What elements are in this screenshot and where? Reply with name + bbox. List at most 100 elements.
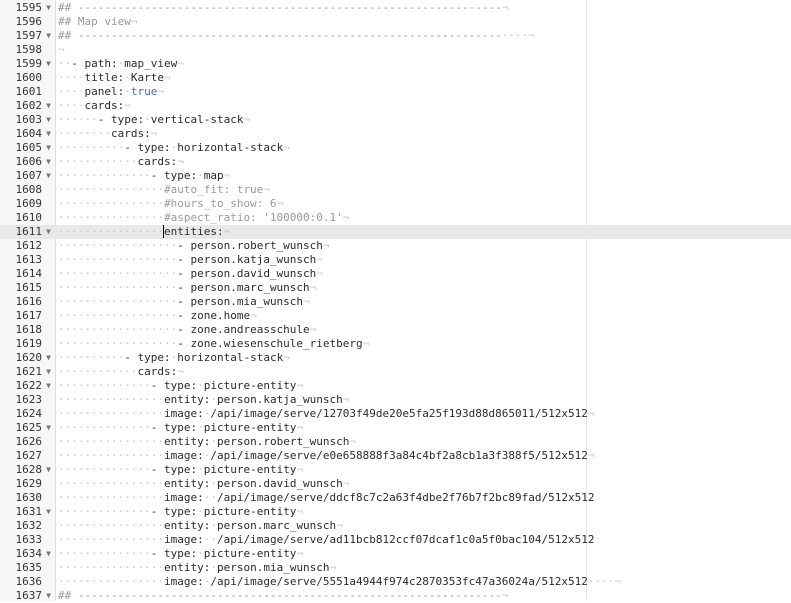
line-content[interactable]: ··················- person.david_wunsch¬ (58, 267, 323, 281)
code-line[interactable]: 1596 ## Map view¬ (0, 15, 791, 29)
line-content[interactable]: ··············- type:·picture-entity¬ (58, 547, 303, 561)
fold-arrow-icon[interactable]: ▼ (44, 113, 53, 127)
code-line[interactable]: 1599 ▼ ··- path:·map_view¬ (0, 57, 791, 71)
code-line[interactable]: 1624 ················image:·/api/image/se… (0, 407, 791, 421)
code-line[interactable]: 1625 ▼ ··············- type:·picture-entit… (0, 421, 791, 435)
fold-arrow-icon[interactable]: ▼ (44, 547, 53, 561)
line-content[interactable]: ¬ (58, 43, 65, 57)
line-content[interactable]: ················image:·/api/image/serve/… (58, 407, 594, 421)
code-line[interactable]: 1598 ¬ (0, 43, 791, 57)
line-content[interactable]: ················image:··/api/image/serve… (58, 533, 594, 547)
code-line[interactable]: 1605 ▼ ··········- type:·horizontal-stack¬ (0, 141, 791, 155)
line-content[interactable]: ··············- type:·picture-entity¬ (58, 463, 303, 477)
line-content[interactable]: ················entity:·person.david_wun… (58, 477, 349, 491)
fold-arrow-icon[interactable]: ▼ (44, 127, 53, 141)
code-line[interactable]: 1615 ··················- person.marc_wuns… (0, 281, 791, 295)
code-line[interactable]: 1609 ················#hours_to_show: 6¬ (0, 197, 791, 211)
code-line[interactable]: 1610 ················#aspect_ratio: '1000… (0, 211, 791, 225)
code-line[interactable]: 1600 ····title:·Karte¬ (0, 71, 791, 85)
fold-arrow-icon[interactable]: ▼ (44, 463, 53, 477)
code-line[interactable]: 1632 ················entity:·person.marc_… (0, 519, 791, 533)
line-content[interactable]: ····cards:¬ (58, 99, 131, 113)
code-line[interactable]: 1628 ▼ ··············- type:·picture-entit… (0, 463, 791, 477)
line-content[interactable]: ··················- person.robert_wunsch… (58, 239, 330, 253)
fold-arrow-icon[interactable]: ▼ (44, 141, 53, 155)
code-line[interactable]: 1634 ▼ ··············- type:·picture-entit… (0, 547, 791, 561)
fold-arrow-icon[interactable]: ▼ (44, 421, 53, 435)
code-line[interactable]: 1636 ················image:·/api/image/se… (0, 575, 791, 589)
code-line[interactable]: 1617 ··················- zone.home¬ (0, 309, 791, 323)
fold-arrow-icon[interactable]: ▼ (44, 99, 53, 113)
line-content[interactable]: ··················- person.mia_wunsch¬ (58, 295, 310, 309)
fold-arrow-icon[interactable]: ▼ (44, 505, 53, 519)
code-line[interactable]: 1626 ················entity:·person.rober… (0, 435, 791, 449)
code-line[interactable]: 1613 ··················- person.katja_wun… (0, 253, 791, 267)
code-line[interactable]: 1603 ▼ ······- type:·vertical-stack¬ (0, 113, 791, 127)
code-line[interactable]: 1601 ····panel:·true¬ (0, 85, 791, 99)
line-content[interactable]: ··············- type:·picture-entity¬ (58, 421, 303, 435)
line-content[interactable]: ··················- person.katja_wunsch¬ (58, 253, 323, 267)
line-content[interactable]: ················#auto_fit: true¬ (58, 183, 270, 197)
code-line[interactable]: 1618 ··················- zone.andreasschu… (0, 323, 791, 337)
code-line[interactable]: 1629 ················entity:·person.david… (0, 477, 791, 491)
line-content[interactable]: ········cards:¬ (58, 127, 157, 141)
code-lines[interactable]: 1595 ▼ ## --------------------------------… (0, 1, 791, 603)
code-editor[interactable]: 1595 ▼ ## --------------------------------… (0, 0, 791, 603)
line-content[interactable]: ················image:··/api/image/serve… (58, 491, 594, 505)
code-line[interactable]: 1607 ▼ ··············- type:·map¬ (0, 169, 791, 183)
line-content[interactable]: ## -------------------------------------… (58, 1, 508, 15)
code-line[interactable]: 1611 ▼ ················entities:¬ (0, 225, 791, 239)
line-content[interactable]: ··················- zone.home¬ (58, 309, 257, 323)
code-line[interactable]: 1604 ▼ ········cards:¬ (0, 127, 791, 141)
code-line[interactable]: 1633 ················image:··/api/image/s… (0, 533, 791, 547)
line-content[interactable]: ················entity:·person.katja_wun… (58, 393, 349, 407)
code-line[interactable]: 1621 ▼ ············cards:¬ (0, 365, 791, 379)
code-line[interactable]: 1614 ··················- person.david_wun… (0, 267, 791, 281)
code-line[interactable]: 1623 ················entity:·person.katja… (0, 393, 791, 407)
code-line[interactable]: 1630 ················image:··/api/image/s… (0, 491, 791, 505)
code-line[interactable]: 1622 ▼ ··············- type:·picture-entit… (0, 379, 791, 393)
fold-arrow-icon[interactable]: ▼ (44, 57, 53, 71)
line-content[interactable]: ················entity:·person.robert_wu… (58, 435, 356, 449)
code-line[interactable]: 1627 ················image:·/api/image/se… (0, 449, 791, 463)
line-content[interactable]: ······- type:·vertical-stack¬ (58, 113, 250, 127)
fold-arrow-icon[interactable]: ▼ (44, 155, 53, 169)
code-line[interactable]: 1595 ▼ ## --------------------------------… (0, 1, 791, 15)
line-content[interactable]: ··················- zone.andreasschule¬ (58, 323, 316, 337)
code-line[interactable]: 1616 ··················- person.mia_wunsc… (0, 295, 791, 309)
line-content[interactable]: ················entity:·person.mia_wunsc… (58, 561, 336, 575)
line-content[interactable]: ················entities:¬ (58, 225, 230, 239)
code-line[interactable]: 1631 ▼ ··············- type:·picture-entit… (0, 505, 791, 519)
line-content[interactable]: ················image:·/api/image/serve/… (58, 449, 594, 463)
line-content[interactable]: ····panel:·true¬ (58, 85, 164, 99)
line-content[interactable]: ··········- type:·horizontal-stack¬ (58, 351, 290, 365)
line-content[interactable]: ················#hours_to_show: 6¬ (58, 197, 283, 211)
line-content[interactable]: ············cards:¬ (58, 155, 184, 169)
fold-arrow-icon[interactable]: ▼ (44, 365, 53, 379)
line-content[interactable]: ··············- type:·picture-entity¬ (58, 379, 303, 393)
line-content[interactable]: ## -------------------------------------… (58, 29, 535, 43)
fold-arrow-icon[interactable]: ▼ (44, 1, 53, 15)
code-line[interactable]: 1606 ▼ ············cards:¬ (0, 155, 791, 169)
code-line[interactable]: 1612 ··················- person.robert_wu… (0, 239, 791, 253)
line-content[interactable]: ## Map view¬ (58, 15, 137, 29)
line-content[interactable]: ················image:·/api/image/serve/… (58, 575, 621, 589)
line-content[interactable]: ··············- type:·map¬ (58, 169, 230, 183)
line-content[interactable]: ··- path:·map_view¬ (58, 57, 184, 71)
line-content[interactable]: ················#aspect_ratio: '100000:0… (58, 211, 349, 225)
fold-arrow-icon[interactable]: ▼ (44, 29, 53, 43)
code-line[interactable]: 1597 ▼ ## --------------------------------… (0, 29, 791, 43)
code-line[interactable]: 1602 ▼ ····cards:¬ (0, 99, 791, 113)
line-content[interactable]: ··················- person.marc_wunsch¬ (58, 281, 316, 295)
code-line[interactable]: 1619 ··················- zone.wiesenschul… (0, 337, 791, 351)
code-line[interactable]: 1608 ················#auto_fit: true¬ (0, 183, 791, 197)
line-content[interactable]: ····title:·Karte¬ (58, 71, 171, 85)
fold-arrow-icon[interactable]: ▼ (44, 225, 53, 239)
fold-arrow-icon[interactable]: ▼ (44, 379, 53, 393)
code-line[interactable]: 1635 ················entity:·person.mia_w… (0, 561, 791, 575)
fold-arrow-icon[interactable]: ▼ (44, 351, 53, 365)
line-content[interactable]: ············cards:¬ (58, 365, 184, 379)
line-content[interactable]: ··········- type:·horizontal-stack¬ (58, 141, 290, 155)
line-content[interactable]: ················entity:·person.marc_wuns… (58, 519, 343, 533)
line-content[interactable]: ··············- type:·picture-entity¬ (58, 505, 303, 519)
